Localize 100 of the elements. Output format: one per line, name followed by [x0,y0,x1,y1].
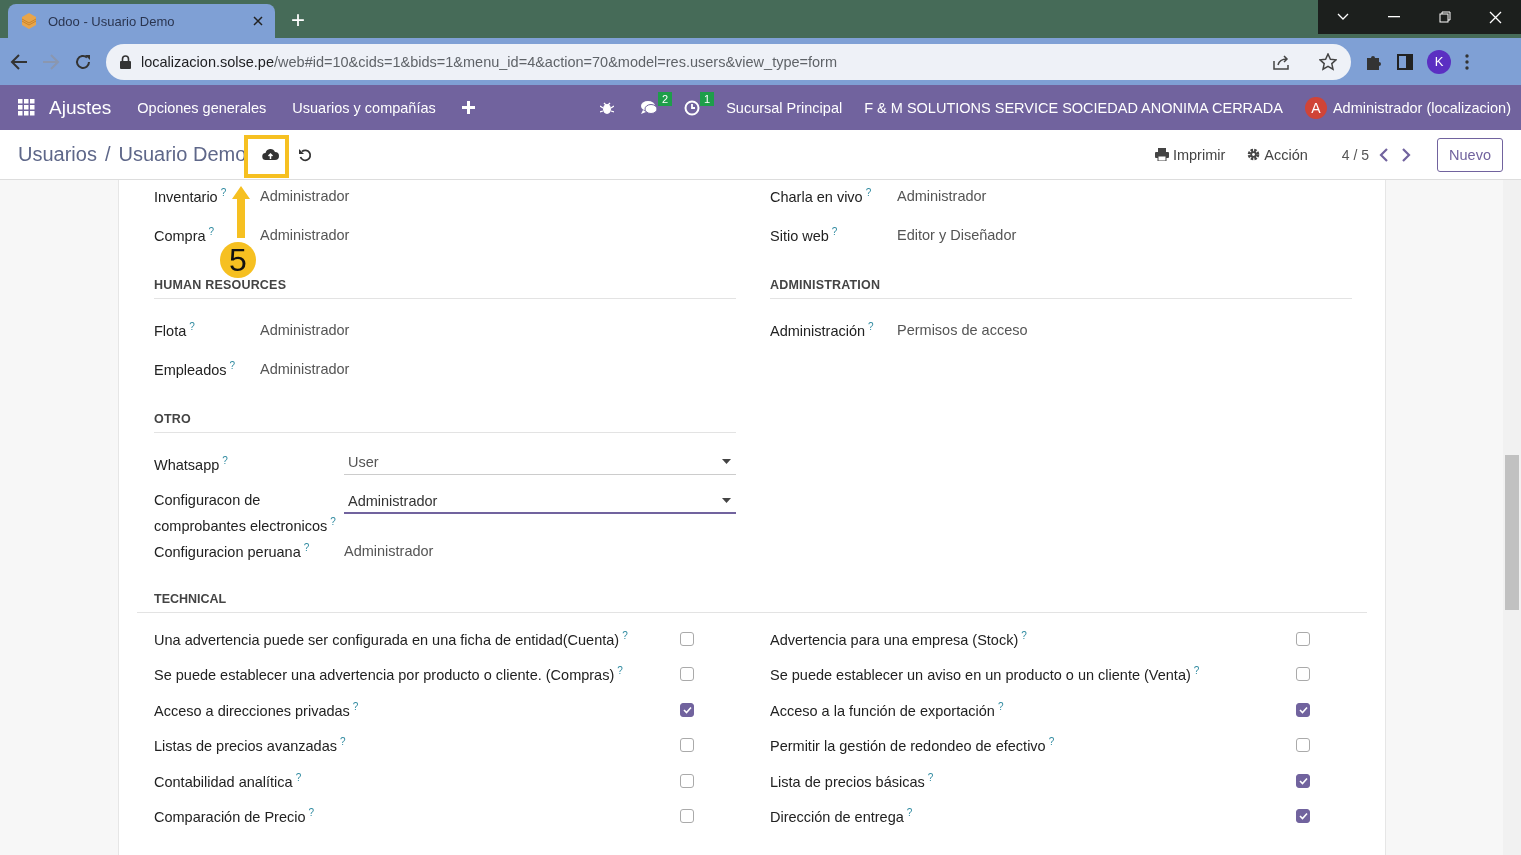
checkbox[interactable] [1296,667,1310,682]
section-title: TECHNICAL [137,591,1367,613]
setting-label: Listas de precios avanzadas $^{?}$ [154,736,346,754]
help-mark[interactable]: ? [1021,629,1027,641]
setting-label: Advertencia para una empresa (Stock) $^{?}$ [770,629,1027,648]
checkbox[interactable] [680,738,694,753]
app-title[interactable]: Ajustes [49,96,112,119]
section-title: HUMAN RESOURCES [154,278,736,299]
field-value: Administrador [260,360,350,379]
field-value: Editor y Diseñador [897,226,1017,245]
caret-icon [722,459,732,465]
apps-grid-icon[interactable] [18,99,35,116]
address-bar[interactable]: localizacion.solse.pe/web#id=10&cids=1&bids=1&menu_id=4&action=70&model=res.users&view_type=form [106,43,1351,80]
menu-item[interactable]: Opciones generales [137,99,267,116]
help-mark[interactable]: ? [617,665,623,677]
arrow-icon [232,186,250,238]
user-avatar: A [1304,96,1327,119]
checkbox[interactable] [680,702,694,717]
clock-icon[interactable] [684,99,701,116]
help-mark[interactable]: ? [865,187,872,198]
checkbox[interactable] [680,809,694,824]
minimize-icon[interactable] [1388,16,1401,18]
checkbox[interactable] [1296,773,1310,788]
breadcrumb-current: Usuario Demo [118,143,247,166]
company-switcher[interactable]: F & M SOLUTIONS SERVICE SOCIEDAD ANONIMA CERRADA [864,99,1283,116]
close-icon[interactable] [253,16,263,26]
help-mark[interactable]: ? [352,700,359,712]
help-mark[interactable]: ? [208,226,215,237]
chevron-right-icon[interactable] [1402,147,1412,162]
help-mark[interactable]: ? [303,541,310,553]
star-icon[interactable] [1319,52,1337,71]
reload-icon[interactable] [74,52,92,71]
kebab-menu-icon[interactable] [1465,53,1469,70]
bug-icon[interactable] [600,100,615,115]
field-value: Administrador [897,187,987,206]
help-mark[interactable]: ? [831,226,838,237]
help-mark[interactable]: ? [927,771,934,783]
setting-label: Contabilidad analítica $^{?}$ [154,771,302,790]
select-field[interactable]: User [344,450,736,475]
share-icon[interactable] [1273,53,1291,70]
field-value: Administrador [260,226,350,245]
select-field[interactable]: Administrador [344,489,736,514]
field-label: Sitio web $^{?}$ [770,225,839,246]
chevron-down-icon[interactable] [1337,13,1350,21]
new-button[interactable]: Nuevo [1437,137,1503,172]
help-mark[interactable]: ? [308,807,315,819]
pager-value: 4 / 5 [1341,146,1370,163]
profile-avatar[interactable]: K [1427,49,1451,74]
help-mark[interactable]: ? [906,807,913,819]
cube-icon [20,12,38,30]
help-mark[interactable]: ? [997,700,1004,712]
breadcrumb-separator: / [104,143,111,166]
checkbox[interactable] [1296,702,1310,717]
help-mark[interactable]: ? [295,771,302,783]
action-button[interactable]: Acción [1247,146,1308,163]
field-label: Configuracion peruana $^{?}$ [154,540,311,562]
scrollbar[interactable] [1503,180,1521,855]
checkbox[interactable] [1296,631,1310,646]
highlight-frame [244,135,289,178]
chat-icon[interactable] [640,100,659,115]
field-label: Inventario $^{?}$ [154,186,228,207]
setting-label: Se puede establecer una advertencia por producto o cliente. (Compras) $^{?}$ [154,665,623,683]
help-mark[interactable]: ? [622,629,628,641]
restore-icon[interactable] [1438,11,1451,23]
branch-switcher[interactable]: Sucursal Principal [726,99,843,116]
help-mark[interactable]: ? [189,321,195,332]
help-mark[interactable]: ? [340,736,346,748]
setting-label: Se puede establecer un aviso en un producto o un cliente (Venta) $^{?}$ [770,665,1200,683]
field-value: Administrador [260,187,350,206]
checkbox[interactable] [680,773,694,788]
field-label: Empleados $^{?}$ [154,359,237,380]
help-mark[interactable]: ? [868,321,874,332]
undo-icon[interactable] [298,147,313,162]
field-label: Flota $^{?}$ [154,320,196,341]
browser-tab[interactable]: Odoo - Usuario Demo [8,4,275,38]
tab-title: Odoo - Usuario Demo [48,13,176,29]
field-value: Permisos de acceso [897,321,1028,340]
side-panel-icon[interactable] [1397,53,1413,70]
section-title: ADMINISTRATION [770,278,1352,299]
user-menu[interactable]: Administrador (localizacion) [1332,99,1511,116]
checkbox[interactable] [680,667,694,682]
breadcrumb-link[interactable]: Usuarios [18,143,97,166]
print-button[interactable]: Imprimir [1154,146,1226,163]
field-label: Whatsapp $^{?}$ [154,454,229,475]
help-mark[interactable]: ? [1048,736,1055,748]
checkbox[interactable] [680,631,694,646]
help-mark[interactable]: ? [1193,665,1200,677]
checkbox[interactable] [1296,738,1310,753]
lock-icon [120,54,131,69]
help-mark[interactable]: ? [229,360,236,371]
new-tab-button[interactable]: + [291,6,305,34]
checkbox[interactable] [1296,809,1310,824]
printer-icon [1154,148,1169,161]
help-mark[interactable]: ? [220,187,227,198]
back-icon[interactable] [10,53,28,70]
menu-item[interactable]: Usuarios y compañías [292,99,436,116]
chevron-left-icon[interactable] [1379,147,1389,162]
help-mark[interactable]: ? [222,455,228,466]
plus-icon[interactable] [461,101,475,114]
help-mark[interactable]: ? [330,516,336,527]
